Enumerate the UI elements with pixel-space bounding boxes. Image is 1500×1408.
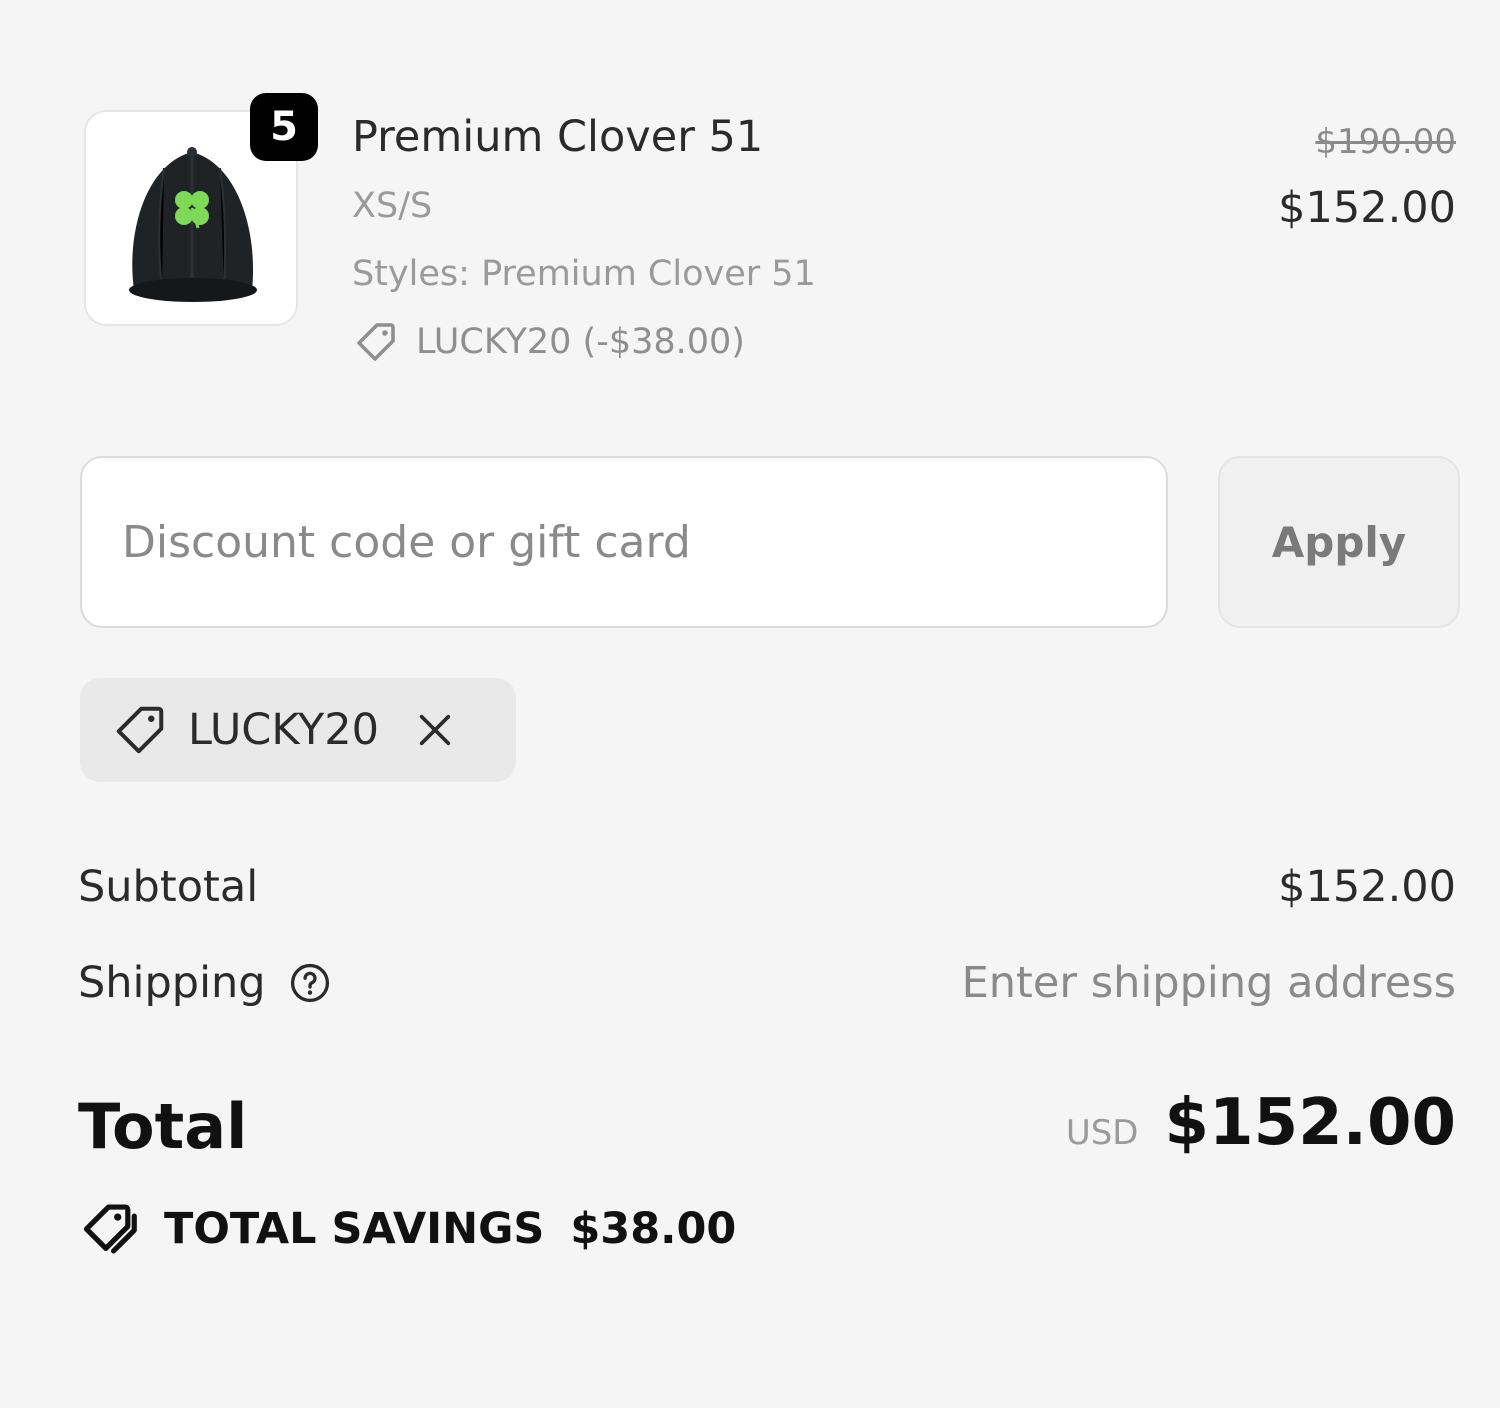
subtotal-label: Subtotal — [78, 862, 259, 912]
total-savings-amount: $38.00 — [570, 1204, 737, 1254]
product-name: Premium Clover 51 — [352, 112, 764, 162]
help-circle-icon — [290, 963, 329, 1003]
total-currency: USD — [1065, 1113, 1139, 1153]
line-item-price: $152.00 — [1278, 183, 1456, 233]
total-amount: $152.00 — [1164, 1086, 1457, 1160]
compare-at-price: $190.00 — [1315, 122, 1456, 162]
shipping-help-button[interactable] — [288, 961, 332, 1005]
applied-discount-code: LUCKY20 — [188, 705, 379, 755]
tag-icon — [357, 323, 395, 361]
remove-discount-button[interactable] — [413, 708, 457, 752]
product-variant: XS/S — [352, 186, 433, 226]
shipping-row-label: Shipping — [78, 958, 332, 1008]
product-discount-line: LUCKY20 (-$38.00) — [352, 318, 745, 366]
tags-icon — [83, 1204, 137, 1254]
total-savings-label: TOTAL SAVINGS — [164, 1204, 545, 1254]
applied-discount-chip: LUCKY20 — [80, 678, 516, 782]
subtotal-value: $152.00 — [1278, 862, 1456, 912]
product-discount-text: LUCKY20 (-$38.00) — [416, 322, 745, 362]
product-styles: Styles: Premium Clover 51 — [352, 254, 816, 294]
tag-icon — [116, 706, 164, 754]
shipping-value: Enter shipping address — [961, 958, 1456, 1008]
quantity-badge: 5 — [250, 93, 318, 161]
shipping-label: Shipping — [78, 958, 266, 1008]
discount-code-input[interactable] — [80, 456, 1168, 628]
total-label: Total — [78, 1090, 248, 1163]
total-savings: TOTAL SAVINGS $38.00 — [80, 1198, 736, 1260]
total-value-group: USD $152.00 — [1066, 1086, 1456, 1160]
close-icon — [419, 714, 451, 746]
apply-button[interactable]: Apply — [1218, 456, 1460, 628]
